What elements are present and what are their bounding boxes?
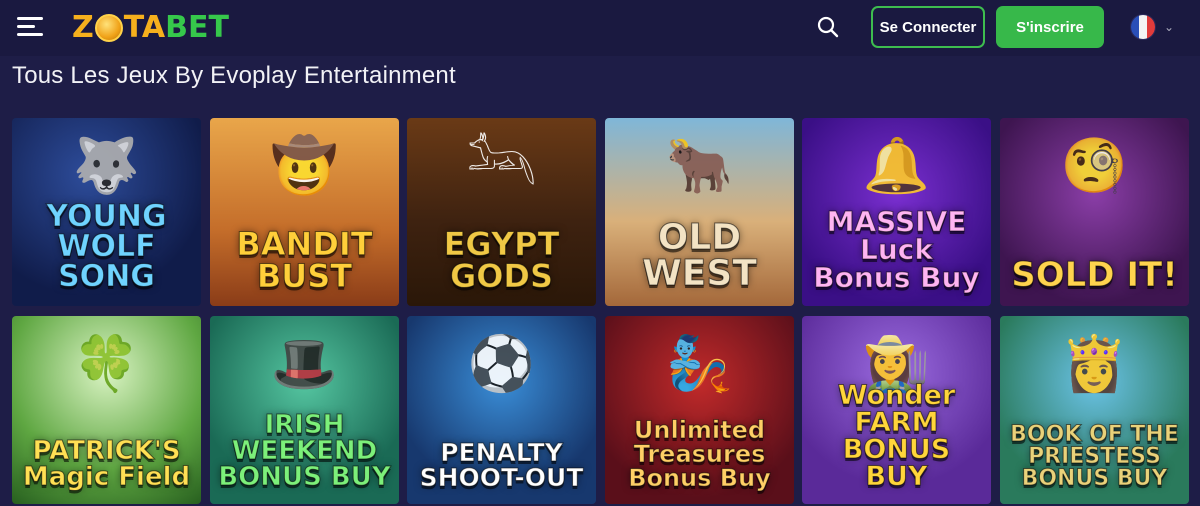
france-flag-icon (1130, 14, 1156, 40)
skull-horns-icon: 🐂 (665, 136, 734, 196)
game-tile-patricks-magic-field[interactable]: 🍀 PATRICK'S Magic Field (12, 316, 201, 504)
priestess-icon: 👸 (1060, 334, 1129, 394)
game-tile-book-of-the-priestess[interactable]: 👸 BOOK OF THE PRIESTESS BONUS BUY (1000, 316, 1189, 504)
pot-of-gold-icon: 🍀 (72, 334, 141, 394)
game-tile-wonder-farm[interactable]: 👩‍🌾 Wonder FARM BONUS BUY (802, 316, 991, 504)
game-title: BANDIT BUST (236, 225, 373, 295)
logo-letters-bet: BET (165, 9, 229, 45)
menu-icon[interactable] (17, 17, 43, 37)
game-title: Wonder FARM BONUS BUY (837, 380, 956, 492)
search-icon[interactable] (817, 16, 839, 38)
leprechaun-icon: 🎩 (270, 334, 339, 394)
game-tile-egypt-gods[interactable]: 𓃢 EGYPT GODS (407, 118, 596, 306)
logo-letter-z: Z (72, 9, 94, 45)
site-logo[interactable]: Z TA BET (72, 9, 229, 45)
game-title: Unlimited Treasures Bonus Buy (628, 416, 772, 492)
chevron-down-icon: ⌄ (1164, 20, 1175, 34)
logo-letters-ta: TA (123, 9, 166, 45)
game-tile-bandit-bust[interactable]: 🤠 BANDIT BUST (210, 118, 399, 306)
logo-coin-icon (94, 14, 123, 42)
top-navigation-bar: Z TA BET Se Connecter S'inscrire ⌄ (0, 0, 1200, 56)
anubis-icon: 𓃢 (466, 136, 537, 196)
bell-icon: 🔔 (862, 136, 931, 196)
game-title: EGYPT GODS (443, 225, 560, 295)
cowboy-icon: 🤠 (270, 136, 339, 196)
game-tile-sold-it[interactable]: 🧐 SOLD IT! (1000, 118, 1189, 306)
game-title: IRISH WEEKEND BONUS BUY (218, 410, 391, 492)
page-title: Tous Les Jeux By Evoplay Entertainment (12, 62, 456, 89)
game-tile-unlimited-treasures[interactable]: 🧞 Unlimited Treasures Bonus Buy (605, 316, 794, 504)
game-tile-massive-luck[interactable]: 🔔 MASSIVE Luck Bonus Buy (802, 118, 991, 306)
login-button[interactable]: Se Connecter (871, 6, 985, 48)
game-tile-irish-weekend[interactable]: 🎩 IRISH WEEKEND BONUS BUY (210, 316, 399, 504)
game-title: YOUNG WOLF SONG (46, 199, 167, 294)
genie-icon: 🧞 (665, 334, 734, 394)
soccer-ball-icon: ⚽ (467, 334, 536, 394)
game-title: PATRICK'S Magic Field (22, 436, 191, 492)
signup-button[interactable]: S'inscrire (996, 6, 1104, 48)
game-title: BOOK OF THE PRIESTESS BONUS BUY (1010, 422, 1180, 491)
game-title: PENALTY SHOOT-OUT (419, 438, 584, 492)
game-tile-young-wolf-song[interactable]: 🐺 YOUNG WOLF SONG (12, 118, 201, 306)
language-selector[interactable]: ⌄ (1130, 13, 1180, 41)
game-tile-old-west[interactable]: 🐂 OLD WEST (605, 118, 794, 306)
game-title: MASSIVE Luck Bonus Buy (813, 205, 980, 294)
auctioneer-icon: 🧐 (1060, 136, 1129, 196)
game-tile-penalty-shoot-out[interactable]: ⚽ PENALTY SHOOT-OUT (407, 316, 596, 504)
game-title: OLD WEST (642, 217, 758, 294)
wolf-icon: 🐺 (72, 136, 141, 196)
game-title: SOLD IT! (1011, 255, 1178, 295)
